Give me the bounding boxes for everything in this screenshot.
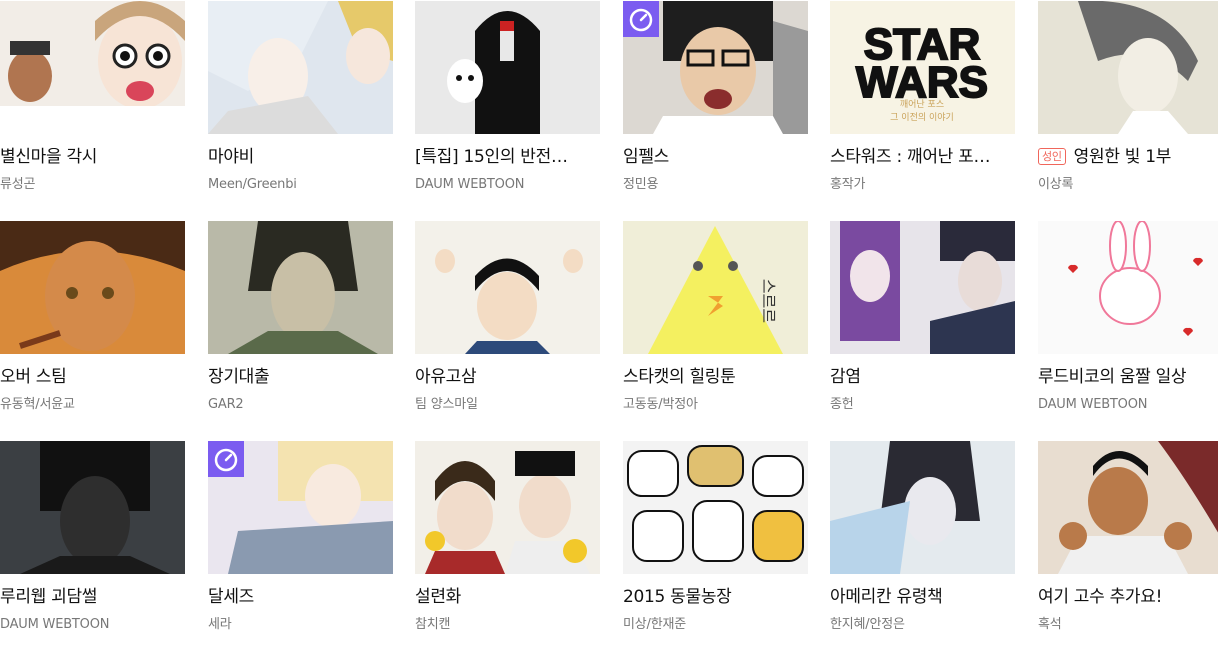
webtoon-card[interactable]: 루드비코의 움짤 일상 DAUM WEBTOON: [1038, 221, 1218, 431]
webtoon-author: 고동동/박정아: [623, 397, 698, 412]
webtoon-title[interactable]: 스타캣의 힐링툰: [623, 366, 808, 388]
webtoon-thumbnail[interactable]: [1038, 441, 1218, 574]
webtoon-title-text: 마야비: [208, 147, 255, 167]
webtoon-title-text: 임펠스: [623, 147, 670, 167]
webtoon-author: GAR2: [208, 397, 244, 412]
webtoon-card[interactable]: 임펠스정민용: [623, 1, 808, 211]
webtoon-card[interactable]: 2015 동물농장미상/한재준: [623, 441, 808, 651]
webtoon-title[interactable]: 2015 동물농장: [623, 586, 808, 608]
webtoon-title-text: 여기 고수 추가요!: [1038, 587, 1163, 607]
webtoon-title[interactable]: 스타워즈 : 깨어난 포…: [830, 146, 1015, 168]
webtoon-author: 세라: [208, 617, 232, 632]
webtoon-thumbnail[interactable]: [208, 1, 393, 134]
webtoon-grid: 별신마을 각시 류성곤 마야비 Meen/Greenbi [특집] 15인의 반전… D…: [0, 0, 1218, 637]
webtoon-title-text: 감염: [830, 367, 861, 387]
webtoon-thumbnail[interactable]: [208, 221, 393, 354]
webtoon-card[interactable]: 장기대출 GAR2: [208, 221, 393, 431]
webtoon-thumbnail[interactable]: [415, 1, 600, 134]
webtoon-title-text: 장기대출: [208, 367, 270, 387]
webtoon-title[interactable]: 오버 스팀: [0, 366, 185, 388]
webtoon-title[interactable]: 루드비코의 움짤 일상: [1038, 366, 1218, 388]
webtoon-title[interactable]: 아유고삼: [415, 366, 600, 388]
webtoon-title-text: 별신마을 각시: [0, 147, 98, 167]
webtoon-title[interactable]: [특집] 15인의 반전…: [415, 146, 600, 168]
webtoon-author: 한지혜/안정은: [830, 617, 905, 632]
webtoon-author: DAUM WEBTOON: [0, 617, 110, 632]
webtoon-author: Meen/Greenbi: [208, 177, 297, 192]
webtoon-title-text: 루리웹 괴담썰: [0, 587, 98, 607]
webtoon-thumbnail[interactable]: [1038, 1, 1218, 134]
webtoon-thumbnail[interactable]: [1038, 221, 1218, 354]
timer-badge-icon: [623, 1, 659, 37]
adult-badge: 성인: [1038, 148, 1066, 165]
webtoon-thumbnail[interactable]: [415, 221, 600, 354]
webtoon-title[interactable]: 감염: [830, 366, 1015, 388]
webtoon-card[interactable]: 아유고삼팀 양스마일: [415, 221, 600, 431]
webtoon-title[interactable]: 성인 영원한 빛 1부: [1038, 146, 1218, 168]
webtoon-card[interactable]: 스르르스타캣의 힐링툰고동동/박정아: [623, 221, 808, 431]
webtoon-card[interactable]: [특집] 15인의 반전… DAUM WEBTOON: [415, 1, 600, 211]
webtoon-author: 류성곤: [0, 177, 36, 192]
webtoon-title-text: 달세즈: [208, 587, 255, 607]
webtoon-title-text: 오버 스팀: [0, 367, 67, 387]
webtoon-card[interactable]: 달세즈세라: [208, 441, 393, 651]
webtoon-title[interactable]: 장기대출: [208, 366, 393, 388]
webtoon-thumbnail[interactable]: [830, 441, 1015, 574]
webtoon-card[interactable]: 설련화참치캔: [415, 441, 600, 651]
webtoon-title-text: 아유고삼: [415, 367, 477, 387]
webtoon-title-text: [특집] 15인의 반전…: [415, 147, 568, 167]
webtoon-title[interactable]: 아메리칸 유령책: [830, 586, 1015, 608]
webtoon-author: 종헌: [830, 397, 854, 412]
webtoon-title-text: 스타워즈 : 깨어난 포…: [830, 147, 991, 167]
webtoon-card[interactable]: 감염종헌: [830, 221, 1015, 431]
webtoon-card[interactable]: 성인 영원한 빛 1부이상록: [1038, 1, 1218, 211]
webtoon-author: DAUM WEBTOON: [1038, 397, 1148, 412]
svg-text:그 이전의 이야기: 그 이전의 이야기: [890, 112, 954, 123]
webtoon-thumbnail[interactable]: [208, 441, 393, 574]
webtoon-card[interactable]: 오버 스팀유동혁/서윤교: [0, 221, 185, 431]
webtoon-thumbnail[interactable]: [0, 221, 185, 354]
webtoon-title[interactable]: 별신마을 각시: [0, 146, 185, 168]
webtoon-author: 미상/한재준: [623, 617, 686, 632]
webtoon-title[interactable]: 설련화: [415, 586, 600, 608]
webtoon-thumbnail[interactable]: STAR WARS 깨어난 포스 그 이전의 이야기: [830, 1, 1015, 134]
webtoon-thumbnail[interactable]: 스르르: [623, 221, 808, 354]
webtoon-title-text: 2015 동물농장: [623, 587, 732, 607]
webtoon-author: 이상록: [1038, 177, 1074, 192]
webtoon-author: 유동혁/서윤교: [0, 397, 75, 412]
webtoon-author: 정민용: [623, 177, 659, 192]
webtoon-thumbnail[interactable]: [0, 1, 185, 134]
webtoon-author: 혹석: [1038, 617, 1062, 632]
webtoon-thumbnail[interactable]: [0, 441, 185, 574]
webtoon-thumbnail[interactable]: [623, 441, 808, 574]
webtoon-card[interactable]: STAR WARS 깨어난 포스 그 이전의 이야기스타워즈 : 깨어난 포… 홍…: [830, 1, 1015, 211]
webtoon-title[interactable]: 임펠스: [623, 146, 808, 168]
webtoon-title[interactable]: 마야비: [208, 146, 393, 168]
svg-text:스르르: 스르르: [759, 279, 778, 323]
webtoon-thumbnail[interactable]: [415, 441, 600, 574]
webtoon-title-text: 영원한 빛 1부: [1073, 147, 1172, 167]
webtoon-title[interactable]: 여기 고수 추가요!: [1038, 586, 1218, 608]
webtoon-title-text: 아메리칸 유령책: [830, 587, 943, 607]
webtoon-author: 참치캔: [415, 617, 451, 632]
webtoon-thumbnail[interactable]: [830, 221, 1015, 354]
webtoon-card[interactable]: 별신마을 각시류성곤: [0, 1, 185, 211]
webtoon-author: DAUM WEBTOON: [415, 177, 525, 192]
webtoon-card[interactable]: 루리웹 괴담썰 DAUM WEBTOON: [0, 441, 185, 651]
svg-text:깨어난 포스: 깨어난 포스: [900, 98, 944, 110]
webtoon-title[interactable]: 루리웹 괴담썰: [0, 586, 185, 608]
webtoon-card[interactable]: 아메리칸 유령책한지혜/안정은: [830, 441, 1015, 651]
webtoon-author: 홍작가: [830, 177, 866, 192]
timer-badge-icon: [208, 441, 244, 477]
webtoon-title-text: 설련화: [415, 587, 462, 607]
webtoon-title-text: 스타캣의 힐링툰: [623, 367, 736, 387]
webtoon-author: 팀 양스마일: [415, 397, 478, 412]
webtoon-card[interactable]: 마야비 Meen/Greenbi: [208, 1, 393, 211]
webtoon-title[interactable]: 달세즈: [208, 586, 393, 608]
webtoon-thumbnail[interactable]: [623, 1, 808, 134]
webtoon-title-text: 루드비코의 움짤 일상: [1038, 367, 1187, 387]
webtoon-card[interactable]: 여기 고수 추가요! 혹석: [1038, 441, 1218, 651]
